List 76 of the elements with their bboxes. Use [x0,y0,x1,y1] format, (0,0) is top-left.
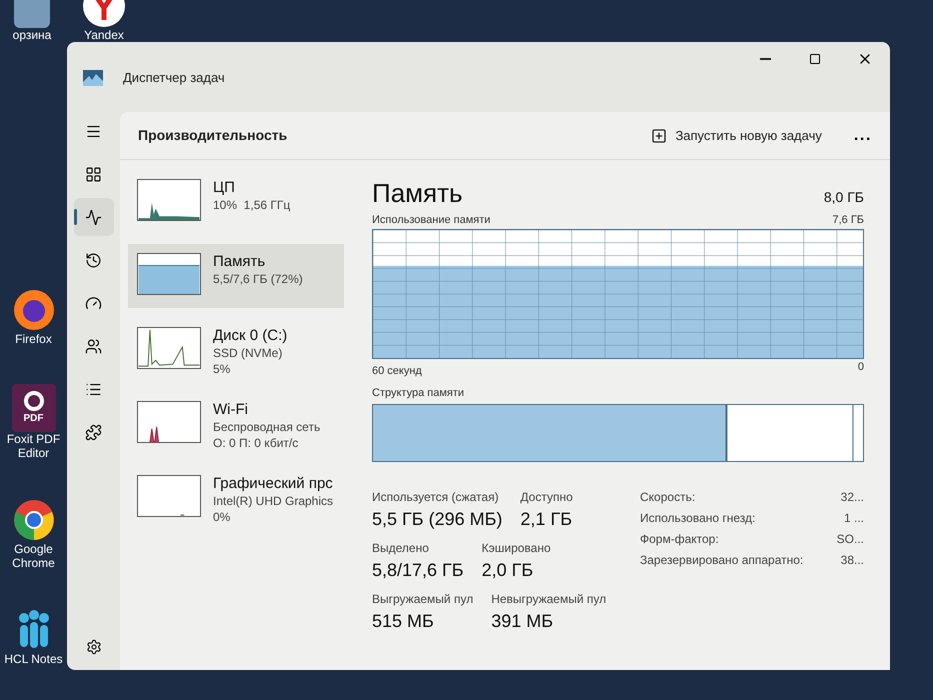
desktop-icon-label[interactable]: Google Chrome [2,542,66,570]
add-task-icon [651,128,668,144]
minimize-icon [760,58,770,60]
resource-detail: О: 0 П: 0 кбит/с [213,435,300,451]
stat-label: Выгружаемый пул [372,590,474,608]
spec-value: 1 ... [844,510,864,526]
stat-value: 2,0 ГБ [482,558,534,582]
resource-name: Память [213,253,266,271]
gauge-icon [85,294,102,312]
history-icon [85,252,102,268]
grid-icon [85,166,102,182]
pdf-app-icon: PDF [12,384,56,432]
stat-value: 515 МБ [372,610,435,632]
stat-label: Кэшировано [482,540,551,556]
settings-icon [86,639,102,655]
structure-label: Структура памяти [372,386,466,401]
spec-value: SO... [836,530,864,548]
chart-max-label: 7,6 ГБ [832,213,864,228]
recycle-bin-icon [14,0,50,28]
gpu-graph-thumbnail [137,475,201,517]
spec-label: Зарезервировано аппаратно: [640,552,804,568]
nav-button[interactable] [74,198,114,236]
resource-item[interactable]: Диск 0 (C:) SSD (NVMe) 5% [128,318,344,382]
stat-label: Невыгружаемый пул [491,590,606,608]
spec-value: 38... [840,552,864,568]
browser-logo-icon [12,498,56,542]
new-task-button[interactable]: Запустить новую задачу [643,122,830,150]
desktop-icon-label[interactable]: Firefox [15,332,52,346]
stat-label: Доступно [520,488,573,506]
stat-value: 391 МБ [491,610,554,632]
time-axis-label: 60 секунд [372,364,422,378]
spec-label: Скорость: [640,488,696,506]
page-title: Производительность [138,126,288,145]
stat-label: Используется (сжатая) [372,488,500,506]
resource-detail: 5% [213,361,232,377]
desktop-icon-label[interactable]: HCL Notes [4,652,63,666]
app-logo-icon [83,70,103,86]
disk-graph-thumbnail [137,327,201,369]
resource-name: Графический прс [213,475,334,493]
window-title: Диспетчер задач [123,69,225,87]
resource-name: Диск 0 (C:) [213,327,288,345]
desktop-icon-label[interactable]: Foxit PDF Editor [2,432,66,460]
resource-detail: SSD (NVMe) [213,345,284,361]
network-graph-thumbnail [137,401,201,443]
resource-detail: 0% [213,509,232,525]
resource-detail: Беспроводная сеть [213,419,320,435]
resource-item[interactable]: ЦП 10% 1,56 ГГц [128,170,344,234]
resource-detail: Intel(R) UHD Graphics [213,493,334,509]
desktop-icon-label[interactable]: орзина [12,28,52,42]
axis-zero-label: 0 [858,360,864,374]
resource-name: Wi-Fi [213,401,249,419]
maximize-icon [809,53,821,65]
spec-label: Форм-фактор: [640,530,719,548]
resource-item[interactable]: Память 5,5/7,6 ГБ (72%) [128,244,344,308]
resource-name: ЦП [213,179,236,197]
stat-value: 2,1 ГБ [520,508,573,530]
resource-detail: 5,5/7,6 ГБ (72%) [213,271,303,287]
resource-detail: 10% 1,56 ГГц [213,197,290,213]
total-memory: 8,0 ГБ [824,188,864,207]
stat-value: 5,8/17,6 ГБ [372,558,464,582]
more-button[interactable]: ... [854,124,872,148]
stat-value: 5,5 ГБ (296 МБ) [372,508,502,531]
memory-graph-thumbnail [137,253,201,295]
browser-logo-icon [12,288,56,332]
detail-title: Память [372,178,463,208]
spec-value: 32... [840,488,864,506]
desktop-icon-label[interactable]: Yandex [84,28,124,42]
spec-label: Использовано гнезд: [640,510,756,526]
pulse-icon [85,208,102,226]
resource-item[interactable]: Wi-Fi Беспроводная сеть О: 0 П: 0 кбит/с [128,392,344,456]
chart-label: Использование памяти [372,213,490,228]
puzzle-icon [85,424,102,440]
cpu-graph-thumbnail [137,179,201,221]
people-icon [85,338,102,354]
stat-label: Выделено [372,540,430,556]
resource-item[interactable]: Графический прс Intel(R) UHD Graphics 0% [128,466,344,530]
